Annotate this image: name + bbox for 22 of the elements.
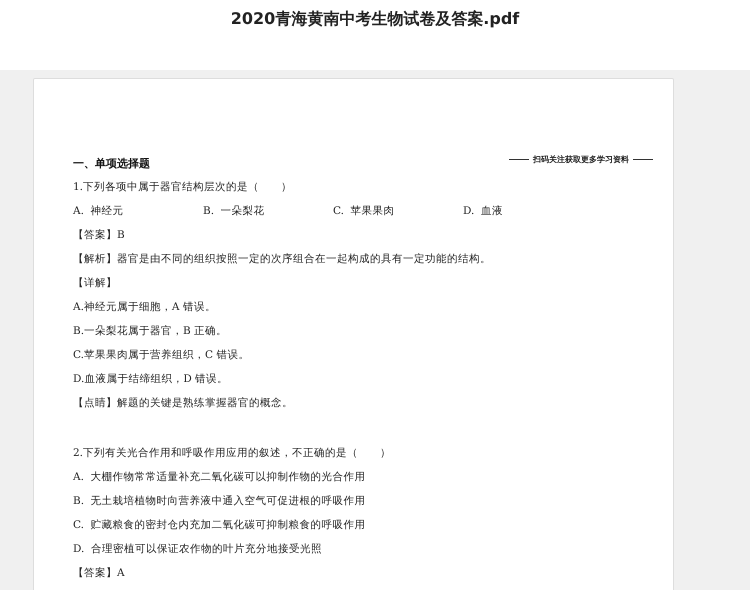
answer-text: 【点睛】解题的关键是熟练掌握器官的概念。 xyxy=(73,396,294,411)
option-text: B. 无土栽培植物时向营养液中通入空气可促进根的呼吸作用 xyxy=(73,494,367,509)
answer-text: D.血液属于结缔组织，D 错误。 xyxy=(73,372,230,387)
answer-text: A.神经元属于细胞，A 错误。 xyxy=(73,300,217,315)
option-text: C. 贮藏粮食的密封仓内充加二氧化碳可抑制粮食的呼吸作用 xyxy=(73,518,367,533)
answer-text: 【答案】B xyxy=(73,228,126,243)
option-text: D. 血液 xyxy=(463,204,504,219)
option-text: A. 大棚作物常常适量补充二氧化碳可以抑制作物的光合作用 xyxy=(73,470,367,485)
document-title: 2020青海黄南中考生物试卷及答案.pdf xyxy=(230,8,520,30)
answer-text: 【答案】A xyxy=(73,566,126,581)
option-text: A. 神经元 xyxy=(73,204,125,219)
section-heading: 一、单项选择题 xyxy=(73,156,150,170)
answer-text: B.一朵梨花属于器官，B 正确。 xyxy=(73,324,228,339)
banner-text: 扫码关注获取更多学习资料 xyxy=(533,154,629,164)
option-text: B. 一朵梨花 xyxy=(203,204,266,219)
answer-text: 【详解】 xyxy=(73,276,118,291)
answer-text: 【解析】器官是由不同的组织按照一定的次序组合在一起构成的具有一定功能的结构。 xyxy=(73,252,492,267)
question-text: 2.下列有关光合作用和呼吸作用应用的叙述，不正确的是（ ） xyxy=(73,446,392,461)
answer-text: C.苹果果肉属于营养组织，C 错误。 xyxy=(73,348,250,363)
question-text: 1.下列各项中属于器官结构层次的是（ ） xyxy=(73,180,294,195)
option-text: C. 苹果果肉 xyxy=(333,204,396,219)
option-text: D. 合理密植可以保证农作物的叶片充分地接受光照 xyxy=(73,542,324,557)
